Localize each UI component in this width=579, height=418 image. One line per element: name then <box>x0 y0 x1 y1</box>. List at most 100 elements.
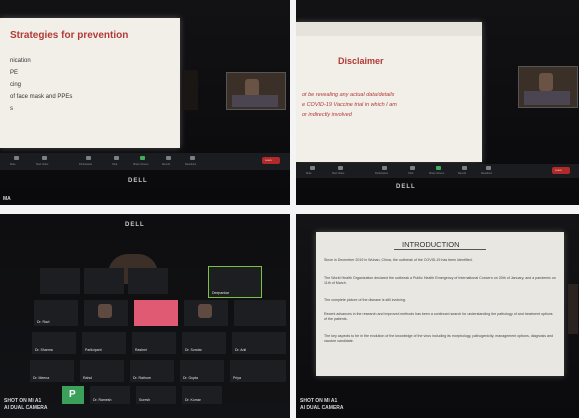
leave-button[interactable]: Leave <box>262 157 280 164</box>
mute-icon[interactable] <box>310 166 315 170</box>
participant-video-thumbnail <box>518 66 578 108</box>
participant-face <box>198 304 212 318</box>
tile-participant-name: Dr. Sundar <box>185 348 202 352</box>
participants-icon[interactable] <box>382 166 387 170</box>
participant-initial: P <box>69 389 76 400</box>
slide-bullet: Since in December 2019 in Wuhan, China, … <box>324 258 473 262</box>
participant-body <box>232 95 278 107</box>
tile-participant-name: Dr. Gupta <box>183 376 198 380</box>
gallery-tile: Dr. Rathore <box>130 360 174 382</box>
leave-label: Leave <box>555 169 562 172</box>
slide-title-underline <box>394 249 486 250</box>
photo-gallery-view: DELL Deepankar Dr. Ravi Dr. Sharma Parti… <box>0 214 290 418</box>
dell-logo: DELL <box>396 184 416 190</box>
slide-bullet: The key aspects to be in the evolution o… <box>324 334 554 343</box>
gallery-tile: Rashmi <box>132 332 176 354</box>
toolbar-label: Mute <box>306 172 312 175</box>
slide-bullet: The World Health Organization declared t… <box>324 276 556 285</box>
photo-slide-introduction: INTRODUCTION Since in December 2019 in W… <box>296 214 579 418</box>
toolbar-label: Reactions <box>481 172 493 175</box>
participant-body <box>524 91 570 105</box>
slide-title: Strategies for prevention <box>10 30 129 41</box>
photo-slide-strategies: Strategies for prevention nication PE ci… <box>0 0 290 205</box>
participant-video-thumbnail <box>226 72 286 110</box>
dell-logo: DELL <box>128 178 148 184</box>
active-speaker-tile: Deepankar <box>208 266 262 298</box>
share-screen-icon[interactable] <box>140 156 145 160</box>
tile-participant-name: Priya <box>233 376 241 380</box>
leave-button[interactable]: Leave <box>552 167 570 174</box>
tile-participant-name: Dr. Kumar <box>185 398 201 402</box>
chat-icon[interactable] <box>410 166 415 170</box>
gallery-tile <box>184 300 228 326</box>
reactions-icon[interactable] <box>486 166 491 170</box>
tile-participant-name: Dr. Ramesh <box>93 398 112 402</box>
slide-bullet: Recent advances in the research and impr… <box>324 312 553 321</box>
slide-title: Disclaimer <box>338 56 384 66</box>
speaker-silhouette <box>182 70 198 110</box>
photo-slide-disclaimer: Disclaimer ot be revealing any actual da… <box>296 0 579 205</box>
gallery-tile <box>84 300 128 326</box>
tile-participant-name: Dr. Anil <box>235 348 247 352</box>
video-icon[interactable] <box>42 156 47 160</box>
slide-bullet: of face mask and PPEs <box>10 94 73 100</box>
slide-bullet: s <box>10 106 13 112</box>
toolbar-label: Share Screen <box>429 172 445 175</box>
video-icon[interactable] <box>338 166 343 170</box>
gallery-tile <box>134 300 178 326</box>
tile-participant-name: Dr. Ravi <box>37 320 50 324</box>
photo-caption-line2: AI DUAL CAMERA <box>4 405 48 411</box>
photo-caption: MA <box>3 196 11 202</box>
toolbar-label: Record <box>458 172 467 175</box>
dell-logo: DELL <box>125 222 145 228</box>
gallery-tile: Dr. Sundar <box>182 332 226 354</box>
toolbar-label: Share Screen <box>133 163 149 166</box>
gallery-tile: Dr. Sharma <box>32 332 76 354</box>
tile-participant-name: Participant <box>85 348 102 352</box>
gallery-tile: Priya <box>230 360 286 382</box>
gallery-tile <box>128 268 168 294</box>
photo-caption-line1: SHOT ON MI A1 <box>4 398 42 404</box>
gallery-tile: Suresh <box>136 386 176 404</box>
presentation-slide: Disclaimer ot be revealing any actual da… <box>296 22 482 162</box>
gallery-tile: Rahul <box>80 360 124 382</box>
tile-participant-name: Dr. Sharma <box>35 348 53 352</box>
presentation-slide: INTRODUCTION Since in December 2019 in W… <box>316 232 564 376</box>
tile-participant-name: Rahul <box>83 376 93 380</box>
slide-body-line: ot be revealing any actual data/details <box>302 92 395 98</box>
toolbar-label: Chat <box>112 163 118 166</box>
presentation-slide: Strategies for prevention nication PE ci… <box>0 18 180 148</box>
chat-icon[interactable] <box>114 156 119 160</box>
toolbar-label: Mute <box>10 163 16 166</box>
gallery-tile <box>40 268 80 294</box>
photo-caption-line1: SHOT ON MI A1 <box>300 398 338 404</box>
slide-bullet: nication <box>10 58 31 64</box>
share-screen-icon[interactable] <box>436 166 441 170</box>
mute-icon[interactable] <box>14 156 19 160</box>
tile-participant-name: Rashmi <box>135 348 147 352</box>
gallery-tile <box>84 268 124 294</box>
record-icon[interactable] <box>462 166 467 170</box>
record-icon[interactable] <box>166 156 171 160</box>
participants-icon[interactable] <box>86 156 91 160</box>
toolbar-label: Start Video <box>332 172 345 175</box>
slide-title: INTRODUCTION <box>402 240 460 249</box>
participant-video-thumbnail <box>568 284 578 334</box>
meeting-toolbar: Mute Start Video Participants Chat Share… <box>296 164 579 178</box>
toolbar-label: Chat <box>408 172 414 175</box>
toolbar-label: Participants <box>79 163 93 166</box>
gallery-tile <box>234 300 286 326</box>
reactions-icon[interactable] <box>190 156 195 160</box>
gallery-tile: Dr. Ramesh <box>90 386 130 404</box>
leave-label: Leave <box>265 159 272 162</box>
toolbar-label: Participants <box>375 172 389 175</box>
participant-face <box>539 73 553 91</box>
slide-bullet: cing <box>10 82 22 88</box>
gallery-tile: Participant <box>82 332 126 354</box>
gallery-tile: Dr. Kumar <box>182 386 222 404</box>
slide-bullet: The complete picture of the disease is s… <box>324 298 406 302</box>
tile-participant-name: Dr. Rathore <box>133 376 151 380</box>
slide-body-line: or indirectly involved <box>302 112 352 118</box>
gallery-tile: Dr. Ravi <box>34 300 78 326</box>
gallery-tile: Dr. Anil <box>232 332 286 354</box>
